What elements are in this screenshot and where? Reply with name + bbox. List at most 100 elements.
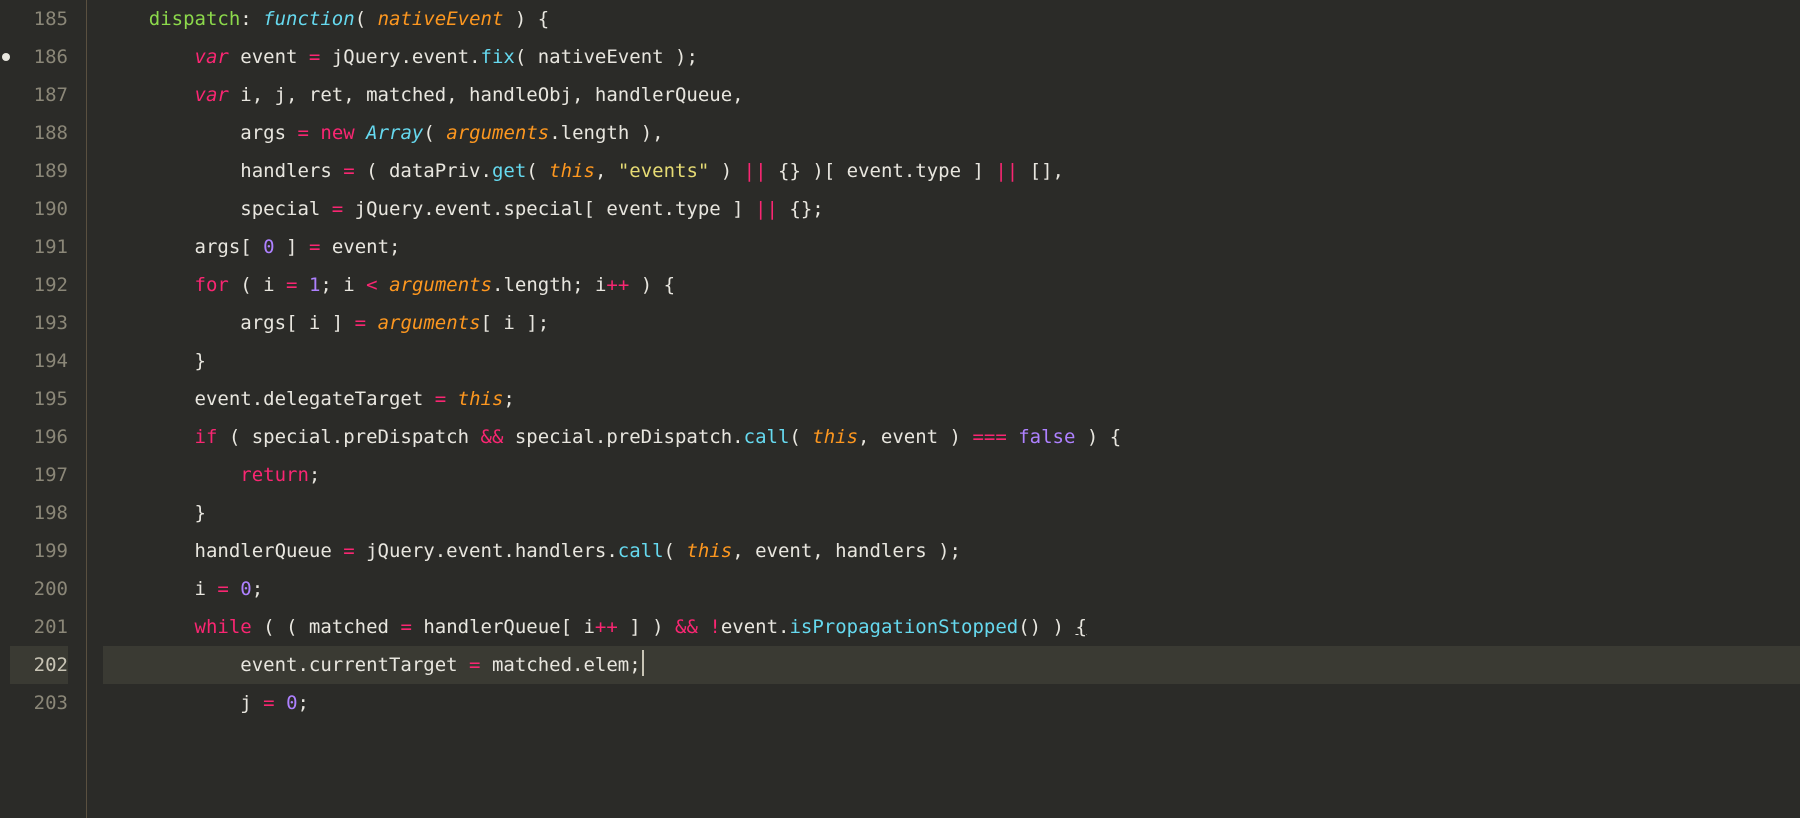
token-pl: ; <box>309 464 320 486</box>
token-pl <box>298 274 309 296</box>
token-punc: ( <box>355 8 378 30</box>
line-number[interactable]: 187 <box>10 76 68 114</box>
token-pl: i, j, ret, matched, handleObj, handlerQu… <box>229 84 744 106</box>
token-pl: [ i ]; <box>481 312 550 334</box>
token-kw2: ++ <box>606 274 629 296</box>
code-line[interactable]: dispatch: function( nativeEvent ) { <box>103 0 1800 38</box>
token-pl: handlers <box>103 160 343 182</box>
line-number[interactable]: 189 <box>10 152 68 190</box>
line-number[interactable]: 196 <box>10 418 68 456</box>
code-line[interactable]: j = 0; <box>103 684 1800 722</box>
line-number[interactable]: 202 <box>10 646 68 684</box>
token-kw2: = <box>435 388 446 410</box>
token-pl <box>698 616 709 638</box>
token-pl: jQuery.event. <box>320 46 480 68</box>
token-pl: ; i <box>320 274 366 296</box>
token-kw2: new <box>320 122 354 144</box>
token-pl: { <box>1075 616 1086 638</box>
token-arg: arguments <box>389 274 492 296</box>
line-number[interactable]: 197 <box>10 456 68 494</box>
token-pl: jQuery.event.handlers. <box>355 540 618 562</box>
code-line[interactable]: while ( ( matched = handlerQueue[ i++ ] … <box>103 608 1800 646</box>
token-punc: ( <box>423 122 446 144</box>
line-number[interactable]: 193 <box>10 304 68 342</box>
code-editor[interactable]: 1851861871881891901911921931941951961971… <box>0 0 1800 818</box>
code-line[interactable]: special = jQuery.event.special[ event.ty… <box>103 190 1800 228</box>
token-pl: args[ <box>103 236 263 258</box>
line-number[interactable]: 185 <box>10 0 68 38</box>
token-arg: arguments <box>446 122 549 144</box>
token-punc: ( <box>789 426 812 448</box>
token-pl <box>103 8 149 30</box>
line-number[interactable]: 199 <box>10 532 68 570</box>
token-pl: ( special.preDispatch <box>217 426 480 448</box>
token-pl: event.currentTarget <box>103 654 469 676</box>
token-pl: {} )[ event.type ] <box>767 160 996 182</box>
token-prop: dispatch <box>149 8 241 30</box>
code-line[interactable]: args[ i ] = arguments[ i ]; <box>103 304 1800 342</box>
token-fn: call <box>618 540 664 562</box>
token-pl: special.preDispatch. <box>503 426 743 448</box>
token-num: 1 <box>309 274 320 296</box>
code-line[interactable]: i = 0; <box>103 570 1800 608</box>
token-punc: ( <box>526 160 549 182</box>
token-pl: handlerQueue[ i <box>412 616 595 638</box>
token-pl: , event ) <box>858 426 972 448</box>
token-pl <box>103 616 195 638</box>
token-fn: fix <box>481 46 515 68</box>
line-number[interactable]: 200 <box>10 570 68 608</box>
line-number[interactable]: 194 <box>10 342 68 380</box>
token-arg: this <box>458 388 504 410</box>
token-pl: {}; <box>778 198 824 220</box>
token-arg: this <box>812 426 858 448</box>
token-kw2: = <box>286 274 297 296</box>
line-number[interactable]: 192 <box>10 266 68 304</box>
code-line[interactable]: handlers = ( dataPriv.get( this, "events… <box>103 152 1800 190</box>
token-fn: call <box>744 426 790 448</box>
code-line[interactable]: event.delegateTarget = this; <box>103 380 1800 418</box>
token-pl <box>378 274 389 296</box>
code-line[interactable]: handlerQueue = jQuery.event.handlers.cal… <box>103 532 1800 570</box>
line-number[interactable]: 198 <box>10 494 68 532</box>
line-number[interactable]: 195 <box>10 380 68 418</box>
token-arg: this <box>686 540 732 562</box>
line-number[interactable]: 201 <box>10 608 68 646</box>
code-line[interactable]: var event = jQuery.event.fix( nativeEven… <box>103 38 1800 76</box>
token-kw2: && <box>481 426 504 448</box>
token-kw2: = <box>217 578 228 600</box>
code-line[interactable]: args = new Array( arguments.length ), <box>103 114 1800 152</box>
code-line[interactable]: for ( i = 1; i < arguments.length; i++ )… <box>103 266 1800 304</box>
token-pl: .length ), <box>549 122 663 144</box>
token-kw2: === <box>972 426 1006 448</box>
line-number[interactable]: 203 <box>10 684 68 722</box>
line-number[interactable]: 188 <box>10 114 68 152</box>
code-content[interactable]: dispatch: function( nativeEvent ) { var … <box>101 0 1800 818</box>
code-line[interactable]: var i, j, ret, matched, handleObj, handl… <box>103 76 1800 114</box>
token-kw2: || <box>755 198 778 220</box>
code-line[interactable]: } <box>103 342 1800 380</box>
token-kw2: ! <box>709 616 720 638</box>
token-kw2: = <box>309 236 320 258</box>
code-line[interactable]: } <box>103 494 1800 532</box>
modified-dot-icon <box>2 53 10 61</box>
token-pl: ; <box>252 578 263 600</box>
code-line[interactable]: if ( special.preDispatch && special.preD… <box>103 418 1800 456</box>
token-pl: args <box>103 122 297 144</box>
token-pl: ( i <box>229 274 286 296</box>
token-pl <box>309 122 320 144</box>
text-cursor <box>642 650 644 676</box>
token-pl <box>103 426 195 448</box>
line-number-gutter[interactable]: 1851861871881891901911921931941951961971… <box>0 0 86 818</box>
line-number[interactable]: 186 <box>10 38 68 76</box>
token-pl: event.delegateTarget <box>103 388 435 410</box>
token-kw2: = <box>400 616 411 638</box>
line-number[interactable]: 191 <box>10 228 68 266</box>
token-fnkw: function <box>263 8 355 30</box>
code-line[interactable]: return; <box>103 456 1800 494</box>
code-line[interactable]: args[ 0 ] = event; <box>103 228 1800 266</box>
token-pl: ) { <box>629 274 675 296</box>
token-arg: this <box>549 160 595 182</box>
line-number[interactable]: 190 <box>10 190 68 228</box>
code-line[interactable]: event.currentTarget = matched.elem; <box>103 646 1800 684</box>
token-str: "events" <box>618 160 710 182</box>
